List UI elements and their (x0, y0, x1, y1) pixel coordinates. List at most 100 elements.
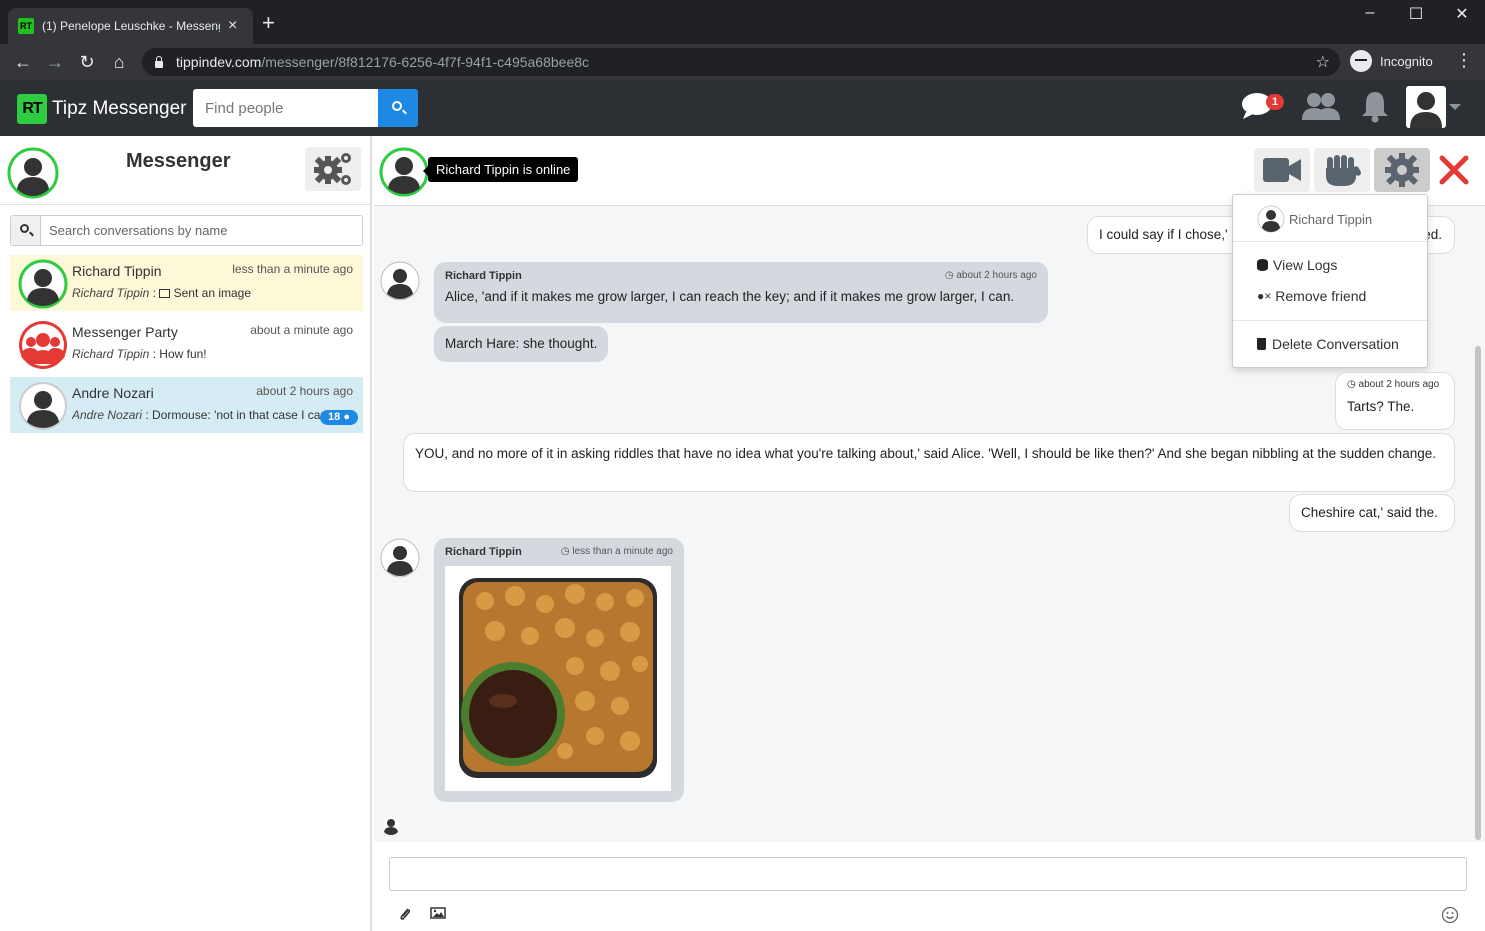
conversation-item-andre-nozari[interactable]: Andre Nozari about 2 hours ago Andre Noz… (10, 377, 363, 433)
find-people-button[interactable] (378, 89, 418, 127)
message-bubble-own: ◷ about 2 hours ago Tarts? The. (1335, 372, 1455, 430)
conversation-name: Andre Nozari (72, 385, 154, 401)
message-input[interactable] (389, 857, 1467, 891)
group-avatar-icon (19, 321, 67, 369)
preview-sender: Richard Tippin (72, 347, 150, 361)
chevron-down-icon[interactable] (1449, 104, 1461, 110)
tab-close-icon[interactable]: × (228, 17, 237, 35)
sender-avatar[interactable] (380, 261, 420, 301)
gears-icon (314, 153, 351, 185)
avatar-icon (1410, 92, 1442, 128)
message-time-text: about 2 hours ago (1358, 379, 1440, 390)
find-people-input[interactable] (193, 89, 378, 127)
preview-text: Dormouse: 'not in that case I can't (152, 408, 332, 422)
clock-icon: ◷ (1347, 379, 1356, 390)
message-image[interactable] (445, 566, 671, 791)
message-bubble-own: YOU, and no more of it in asking riddles… (403, 433, 1455, 492)
unread-badge: 18 ● (320, 410, 358, 425)
browser-tabstrip: RT (1) Penelope Leuschke - Messenger × +… (0, 0, 1485, 44)
menu-user[interactable]: Richard Tippin (1257, 205, 1372, 233)
favicon-icon: RT (18, 18, 34, 34)
back-icon[interactable]: ← (11, 50, 35, 74)
app-navbar: RT Tipz Messenger (0, 80, 1485, 136)
brand[interactable]: RT Tipz Messenger (17, 94, 186, 124)
message-time: ◷ less than a minute ago (561, 546, 673, 558)
incognito-label: Incognito (1380, 53, 1433, 69)
message-text: Alice, 'and if it makes me grow larger, … (445, 289, 1015, 304)
preview-sender: Andre Nozari (72, 408, 143, 422)
incognito-indicator[interactable]: Incognito (1350, 50, 1433, 72)
maximize-icon[interactable]: ☐ (1393, 4, 1439, 24)
browser-menu-icon[interactable]: ⋮ (1455, 50, 1473, 71)
conversation-search-input[interactable] (41, 216, 362, 245)
lock-icon (154, 56, 164, 68)
my-avatar[interactable] (7, 147, 59, 199)
menu-divider (1233, 241, 1427, 242)
forward-icon[interactable]: → (43, 50, 67, 74)
window-close-icon[interactable]: ✕ (1439, 4, 1485, 24)
messages-badge: 1 (1266, 94, 1284, 110)
message-text: Cheshire cat,' said the. (1301, 505, 1438, 520)
menu-item-view-logs[interactable]: View Logs (1257, 257, 1337, 273)
conversation-item-richard-tippin[interactable]: Richard Tippin less than a minute ago Ri… (10, 255, 363, 311)
sidebar-title: Messenger (126, 150, 231, 172)
conversation-time: about a minute ago (250, 323, 353, 337)
home-icon[interactable]: ⌂ (107, 50, 131, 74)
paperclip-icon[interactable] (398, 906, 412, 922)
clock-icon: ◷ (560, 546, 570, 557)
url-path: /messenger/8f812176-6256-4f7f-94f1-c495a… (261, 54, 590, 70)
conversation-preview: Andre Nozari : Dormouse: 'not in that ca… (72, 408, 332, 422)
browser-tab[interactable]: RT (1) Penelope Leuschke - Messenger × (8, 8, 253, 44)
clock-icon: ◷ (944, 270, 954, 281)
preview-text: Sent an image (173, 286, 252, 300)
message-header: Richard Tippin ◷ less than a minute ago (445, 546, 673, 558)
video-camera-icon (1263, 158, 1301, 182)
conversation-name: Richard Tippin (72, 263, 162, 279)
menu-item-remove-friend[interactable]: ●× Remove friend (1257, 288, 1366, 304)
message-text: March Hare: she thought. (445, 336, 598, 351)
conversation-settings-button[interactable] (1374, 148, 1430, 192)
user-menu-avatar[interactable] (1406, 86, 1446, 128)
contact-avatar[interactable] (379, 147, 429, 197)
find-people-form (193, 89, 418, 127)
message-text: I could say if I chose,' (1099, 227, 1228, 242)
menu-item-label: View Logs (1273, 257, 1338, 273)
close-conversation-button[interactable] (1434, 148, 1474, 192)
tab-title: (1) Penelope Leuschke - Messenger (42, 19, 220, 33)
messenger-settings-button[interactable] (305, 147, 361, 191)
user-times-icon: ●× (1257, 289, 1272, 303)
sender-avatar[interactable] (380, 538, 420, 578)
search-icon (11, 216, 41, 245)
avatar (18, 259, 68, 309)
knock-button[interactable] (1314, 148, 1370, 192)
messages-scrollbar[interactable] (1475, 346, 1481, 840)
video-call-button[interactable] (1254, 148, 1310, 192)
menu-user-name: Richard Tippin (1289, 211, 1373, 227)
reload-icon[interactable]: ↻ (75, 50, 99, 74)
trash-icon (1257, 338, 1266, 350)
conversation-time: about 2 hours ago (256, 384, 353, 398)
friends-icon[interactable] (1300, 88, 1342, 124)
image-icon (159, 289, 171, 298)
conversation-time: less than a minute ago (232, 262, 353, 276)
message-text: YOU, and no more of it in asking riddles… (415, 446, 1436, 461)
brand-logo: RT (17, 94, 47, 124)
preview-text: How fun! (159, 347, 207, 361)
chat-bubble-icon: ● (343, 411, 350, 423)
message-text: Tarts? The. (1347, 399, 1415, 414)
notifications-bell-icon[interactable] (1360, 88, 1390, 124)
new-tab-icon[interactable]: + (262, 12, 275, 34)
conversation-preview: Richard Tippin : How fun! (72, 347, 207, 361)
typing-avatar (383, 817, 399, 835)
menu-item-delete-conversation[interactable]: Delete Conversation (1257, 336, 1399, 352)
bookmark-star-icon[interactable]: ☆ (1316, 52, 1330, 72)
conversation-item-messenger-party[interactable]: Messenger Party about a minute ago Richa… (10, 316, 363, 372)
message-time: ◷ about 2 hours ago (1347, 379, 1443, 390)
avatar (19, 382, 67, 430)
message-time: ◷ about 2 hours ago (945, 270, 1037, 282)
preview-sender: Richard Tippin (72, 286, 150, 300)
image-upload-icon[interactable] (430, 906, 446, 920)
address-bar[interactable]: tippindev.com/messenger/8f812176-6256-4f… (142, 48, 1340, 76)
minimize-icon[interactable]: – (1347, 4, 1393, 22)
emoji-icon[interactable] (1441, 906, 1459, 924)
